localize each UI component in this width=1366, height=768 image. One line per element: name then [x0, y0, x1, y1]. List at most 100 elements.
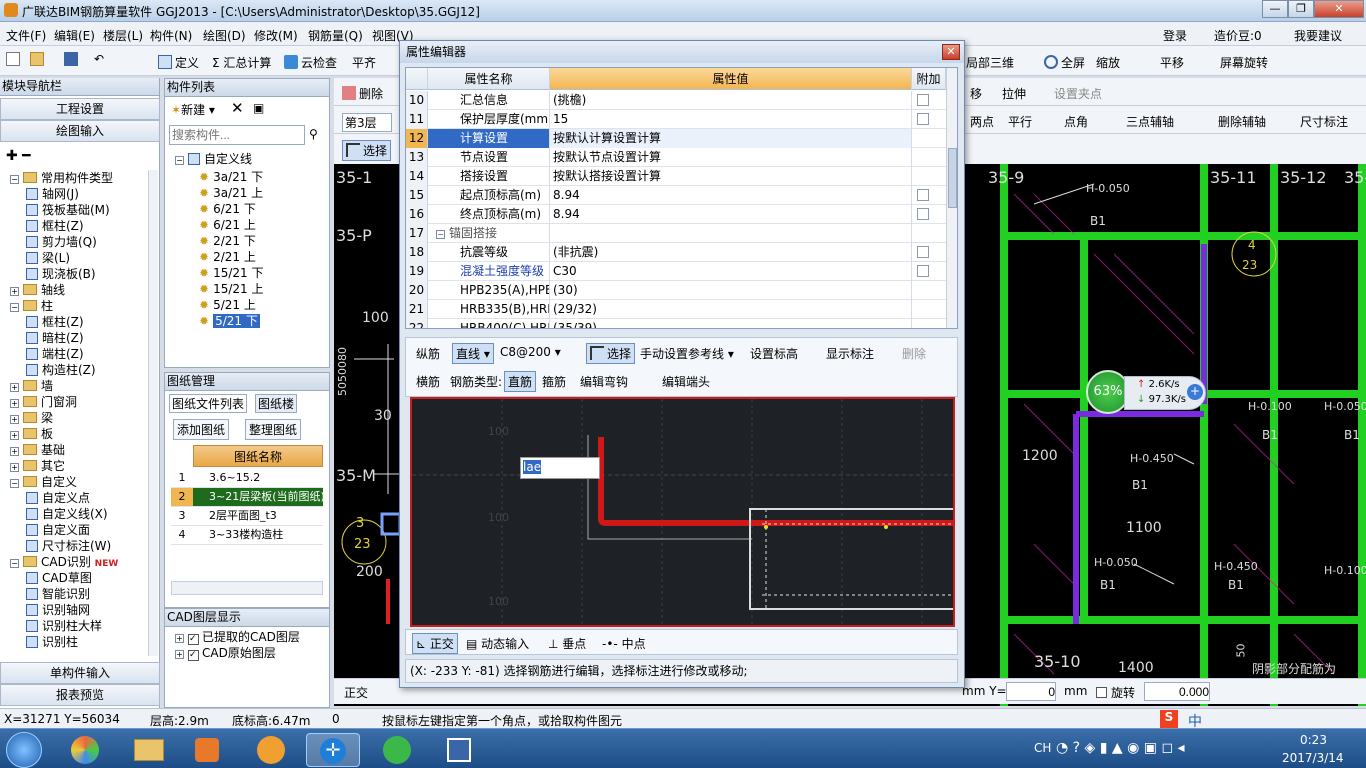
drawing-row[interactable]: 3 2层平面图_t3	[171, 507, 323, 526]
delete-aux-button[interactable]: 删除辅轴	[1218, 113, 1266, 130]
ortho-toggle[interactable]: 正交	[344, 684, 368, 701]
menu-rebar[interactable]: 钢筋量(Q)	[308, 27, 363, 44]
component-item[interactable]: ✹ 3a/21 下	[199, 169, 263, 185]
add-drawing-button[interactable]: 添加图纸	[173, 419, 230, 440]
nav-tree-item[interactable]: 筏板基础(M)	[26, 202, 110, 218]
expand-toggle[interactable]: −	[10, 175, 19, 184]
expand-toggle[interactable]: −	[10, 303, 19, 312]
expand-toggle[interactable]: +	[10, 431, 19, 440]
nav-tree-item[interactable]: 梁(L)	[26, 250, 70, 266]
nav-tree-item[interactable]: 剪力墙(Q)	[26, 234, 97, 250]
nav-tree-item[interactable]: 暗柱(Z)	[26, 330, 84, 346]
component-item[interactable]: ✹ 15/21 下	[199, 265, 263, 281]
property-row[interactable]: 13 节点设置 按默认节点设置计算	[406, 148, 946, 167]
component-item[interactable]: ✹ 2/21 下	[199, 233, 256, 249]
nav-tree-item[interactable]: 识别柱	[26, 634, 78, 650]
property-value[interactable]: 按默认搭接设置计算	[550, 167, 912, 186]
tab-drawing-floors[interactable]: 图纸楼	[255, 394, 298, 413]
component-item[interactable]: ✹ 15/21 上	[199, 281, 263, 297]
ref-line-select[interactable]: 手动设置参考线 ▾	[640, 345, 734, 362]
tray-icons[interactable]: ◔ ? ◈ ▮ ▲ ◉ ▣ ◻ ◂	[1056, 740, 1185, 756]
tree-scrollbar[interactable]	[148, 170, 158, 656]
nav-tree-item[interactable]: + 门窗洞	[10, 394, 77, 410]
menu-file[interactable]: 文件(F)	[6, 27, 46, 44]
expand-toggle[interactable]: +	[10, 383, 19, 392]
two-points-button[interactable]: 两点	[970, 113, 994, 130]
three-point-aux-button[interactable]: 三点辅轴	[1126, 113, 1174, 130]
rotate-checkbox[interactable]: 旋转	[1096, 684, 1135, 701]
nav-tree-item[interactable]: 自定义线(X)	[26, 506, 108, 522]
property-row[interactable]: 14 搭接设置 按默认搭接设置计算	[406, 167, 946, 186]
single-component-input-button[interactable]: 单构件输入	[0, 662, 160, 684]
flat-button[interactable]: 平齐	[352, 54, 376, 71]
new-file-icon[interactable]	[6, 52, 23, 67]
search-icon[interactable]: ⚲	[309, 127, 318, 141]
component-search-input[interactable]	[169, 125, 305, 145]
property-row[interactable]: 17− 锚固搭接	[406, 224, 946, 243]
define-button[interactable]: 定义	[158, 54, 199, 71]
taskbar-app-icon[interactable]	[58, 733, 112, 767]
undo-icon[interactable]: ↶	[94, 52, 104, 66]
nav-tree-item[interactable]: − 常用构件类型	[10, 170, 113, 186]
stretch-button[interactable]: 拉伸	[1002, 85, 1026, 102]
new-component-button[interactable]: ✶新建 ▾	[171, 101, 215, 118]
midpoint-snap[interactable]: -•- 中点	[602, 635, 646, 652]
menu-draw[interactable]: 绘图(D)	[203, 27, 246, 44]
rotate-screen-button[interactable]: 屏幕旋转	[1220, 54, 1268, 71]
property-row[interactable]: 22HRB400(C),HRB4(35/39)	[406, 319, 946, 328]
save-icon[interactable]	[64, 52, 81, 67]
menu-modify[interactable]: 修改(M)	[254, 27, 298, 44]
cad-layer-extracted[interactable]: + ✓ 已提取的CAD图层	[175, 629, 300, 645]
straight-rebar-button[interactable]: 直筋	[504, 371, 537, 392]
nav-tree-item[interactable]: 识别柱大样	[26, 618, 102, 634]
menu-floor[interactable]: 楼层(L)	[103, 27, 143, 44]
nav-tree-item[interactable]: 识别轴网	[26, 602, 90, 618]
delete-button[interactable]: 删除	[342, 85, 383, 102]
network-speed-widget[interactable]: 63% ↑ 2.6K/s ↓ 97.3K/s +	[1086, 370, 1212, 416]
fullscreen-button[interactable]: 全屏	[1044, 54, 1085, 71]
property-row[interactable]: 19 混凝土强度等级 C30	[406, 262, 946, 281]
nav-tree-item[interactable]: + 板	[10, 426, 53, 442]
tab-drawing-files[interactable]: 图纸文件列表	[169, 394, 248, 413]
rebar-spec-select[interactable]: C8@200 ▾	[500, 345, 561, 359]
nav-tree-item[interactable]: 框柱(Z)	[26, 314, 84, 330]
property-row[interactable]: 12 计算设置 按默认计算设置计算	[406, 129, 946, 148]
extra-checkbox[interactable]	[917, 246, 929, 258]
property-value[interactable]: (非抗震)	[550, 243, 912, 262]
property-value[interactable]: (30)	[550, 281, 912, 300]
nav-tree-item[interactable]: 框柱(Z)	[26, 218, 84, 234]
nav-tree-item[interactable]: 自定义点	[26, 490, 90, 506]
document-app-icon[interactable]	[432, 733, 486, 767]
cad-layer-original[interactable]: + ✓ CAD原始图层	[175, 645, 276, 661]
component-item[interactable]: ✹ 2/21 上	[199, 249, 256, 265]
component-item[interactable]: ✹ 6/21 下	[199, 201, 256, 217]
menu-edit[interactable]: 编辑(E)	[54, 27, 95, 44]
property-value[interactable]: (29/32)	[550, 300, 912, 319]
property-value[interactable]	[550, 224, 912, 243]
nav-tree-item[interactable]: 自定义面	[26, 522, 90, 538]
rebar-preview[interactable]: 100 100 100 lae	[410, 397, 955, 627]
cloud-check-button[interactable]: 云检查	[284, 54, 337, 71]
property-value[interactable]: 按默认节点设置计算	[550, 148, 912, 167]
property-row[interactable]: 11 保护层厚度(mm) 15	[406, 110, 946, 129]
nav-tree-item[interactable]: 端柱(Z)	[26, 346, 84, 362]
select-button[interactable]: 选择	[342, 140, 392, 161]
qq-icon[interactable]	[244, 733, 298, 767]
show-dim-button[interactable]: 显示标注	[826, 345, 874, 362]
minimize-button[interactable]: —	[1262, 0, 1288, 18]
property-row[interactable]: 10 汇总信息 (挑檐)	[406, 91, 946, 110]
nav-tree-item[interactable]: − 自定义	[10, 474, 77, 490]
extra-checkbox[interactable]	[917, 113, 929, 125]
report-preview-button[interactable]: 报表预览	[0, 684, 160, 706]
component-item[interactable]: ✹ 3a/21 上	[199, 185, 263, 201]
shift-button[interactable]: 移	[970, 85, 982, 102]
drawing-row[interactable]: 4 3~33楼构造柱	[171, 526, 323, 545]
drawing-row[interactable]: 2 3~21层梁板(当前图纸)	[171, 488, 323, 507]
nav-tree-item[interactable]: CAD草图	[26, 570, 92, 586]
start-button[interactable]	[6, 732, 42, 768]
property-value[interactable]: 8.94	[550, 205, 912, 224]
stirrup-button[interactable]: 箍筋	[542, 373, 566, 390]
expand-toggle[interactable]: +	[10, 447, 19, 456]
extra-checkbox[interactable]	[917, 94, 929, 106]
rebar-delete-button[interactable]: 删除	[902, 345, 926, 362]
